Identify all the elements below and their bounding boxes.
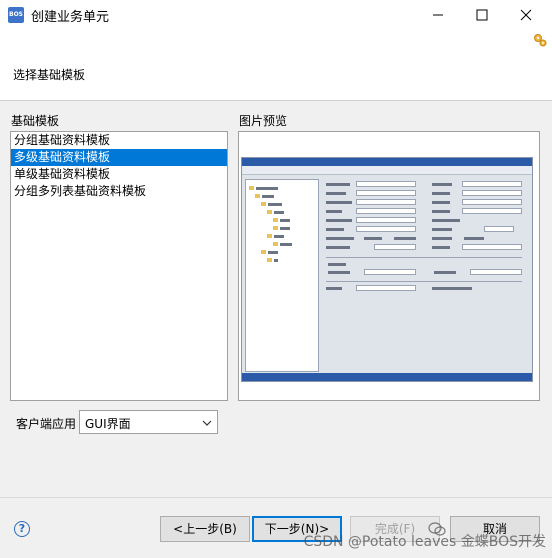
list-item[interactable]: 分组基础资料模板 — [11, 132, 227, 149]
close-button[interactable] — [504, 0, 548, 30]
list-item[interactable]: 单级基础资料模板 — [11, 166, 227, 183]
client-select[interactable]: GUI界面 — [79, 410, 218, 434]
client-select-value: GUI界面 — [85, 417, 131, 431]
list-item[interactable]: 多级基础资料模板 — [11, 149, 227, 166]
preview-panel — [238, 131, 540, 401]
preview-label: 图片预览 — [239, 114, 288, 128]
templates-label: 基础模板 — [11, 114, 60, 128]
csdn-watermark: CSDN @Potato leaves 金蝶BOS开发 — [303, 534, 546, 550]
footer-divider — [0, 497, 552, 498]
preview-image — [241, 157, 533, 382]
page-description: 选择基础模板 — [13, 68, 86, 82]
title-bar: BOS 创建业务单元 — [0, 0, 552, 30]
list-item[interactable]: 分组多列表基础资料模板 — [11, 183, 227, 200]
wizard-gears-icon — [534, 34, 547, 47]
help-icon[interactable]: ? — [14, 521, 30, 537]
minimize-button[interactable] — [416, 0, 460, 30]
template-listbox[interactable]: 分组基础资料模板 多级基础资料模板 单级基础资料模板 分组多列表基础资料模板 — [10, 131, 228, 401]
client-label: 客户端应用 — [16, 417, 77, 431]
back-button[interactable]: <上一步(B) — [160, 516, 250, 542]
maximize-icon — [476, 9, 488, 21]
wizard-banner: 选择基础模板 — [0, 30, 552, 101]
close-icon — [520, 9, 532, 21]
window-title: 创建业务单元 — [31, 10, 110, 25]
minimize-icon — [433, 14, 443, 16]
maximize-button[interactable] — [460, 0, 504, 30]
bos-logo-icon: BOS — [8, 7, 24, 23]
chevron-down-icon — [202, 420, 212, 426]
